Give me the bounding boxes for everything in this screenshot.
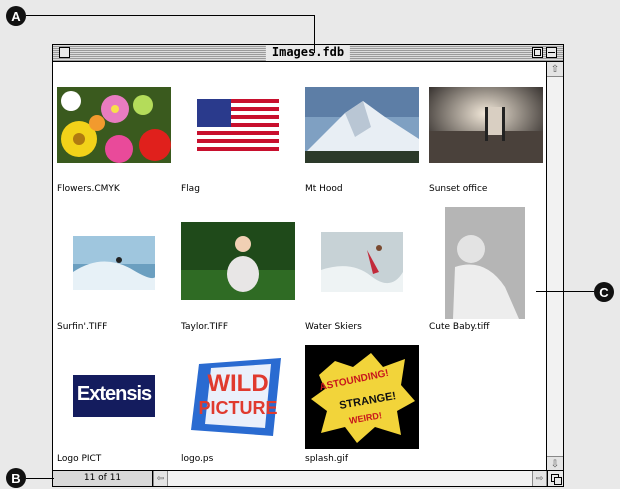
callout-c: C [594, 282, 614, 302]
surfer-photo[interactable] [73, 236, 155, 290]
thumbnail-item[interactable]: Sunset office [429, 87, 545, 199]
callout-a-line-h [26, 15, 315, 16]
window-title: Images.fdb [265, 45, 351, 61]
callout-c-line [536, 291, 594, 292]
thumbnail-grid: Flowers.CMYK Flag Mt Hood Sunset office … [53, 62, 547, 471]
zoom-box-icon[interactable] [532, 47, 543, 58]
thumbnail-item[interactable]: Cute Baby.tiff [429, 207, 545, 337]
mountain-photo[interactable] [305, 87, 419, 163]
thumbnail-label: logo.ps [181, 454, 214, 464]
callout-a-line-v [314, 15, 315, 53]
child-on-grass-photo[interactable] [181, 222, 295, 300]
collapse-box-icon[interactable] [546, 47, 557, 58]
thumbnail-item[interactable]: WILD PICTURE logo.ps [181, 358, 301, 470]
callout-b: B [6, 468, 26, 488]
us-flag-photo[interactable] [197, 99, 279, 151]
thumbnail-item[interactable]: Water Skiers [305, 222, 425, 337]
thumbnail-label: Taylor.TIFF [181, 322, 229, 332]
thumbnail-label: Logo PICT [57, 454, 102, 464]
scroll-down-icon[interactable]: ⇩ [547, 456, 563, 471]
callout-a: A [6, 6, 26, 26]
scroll-right-icon[interactable]: ⇨ [532, 471, 547, 486]
thumbnail-label: Flowers.CMYK [57, 184, 120, 194]
thumbnail-item[interactable]: Surfin'.TIFF [57, 222, 177, 337]
baby-photo[interactable] [445, 207, 525, 319]
horizontal-scrollbar[interactable]: 11 of 11 ⇦ ⇨ [53, 470, 563, 486]
images-window: Images.fdb Flowers.CMYK Flag Mt Hood Sun… [52, 44, 564, 487]
thumbnail-item[interactable]: ASTOUNDING! STRANGE! WEIRD! splash.gif [305, 345, 425, 470]
wild-logo-line2: PICTURE [198, 398, 278, 418]
resize-grow-icon[interactable] [547, 471, 563, 486]
flowers-photo[interactable] [57, 87, 171, 163]
scroll-up-icon[interactable]: ⇧ [547, 62, 563, 77]
wild-logo-line1: WILD [207, 370, 269, 397]
thumbnail-label: splash.gif [305, 454, 349, 464]
thumbnail-label: Surfin'.TIFF [57, 322, 108, 332]
thumbnail-label: Mt Hood [305, 184, 343, 194]
vertical-scrollbar[interactable]: ⇧ ⇩ [546, 62, 563, 471]
water-skier-photo[interactable] [321, 232, 403, 292]
thumbnail-item[interactable]: Flag [181, 87, 301, 199]
thumbnail-label: Sunset office [429, 184, 488, 194]
beach-chair-sunset-photo[interactable] [429, 87, 543, 163]
thumbnail-label: Flag [181, 184, 200, 194]
thumbnail-label: Cute Baby.tiff [429, 322, 490, 332]
title-bar[interactable]: Images.fdb [53, 45, 563, 62]
record-count: 11 of 11 [53, 471, 153, 486]
thumbnail-item[interactable]: Extensis Logo PICT [57, 358, 177, 470]
wild-picture-logo[interactable]: WILD PICTURE [187, 358, 289, 436]
extensis-logo[interactable]: Extensis [73, 375, 155, 417]
astounding-splash-graphic[interactable]: ASTOUNDING! STRANGE! WEIRD! [305, 345, 419, 449]
thumbnail-item[interactable]: Taylor.TIFF [181, 222, 301, 337]
scroll-left-icon[interactable]: ⇦ [153, 471, 168, 486]
thumbnail-label: Water Skiers [305, 322, 362, 332]
callout-b-line [26, 478, 54, 479]
thumbnail-item[interactable]: Flowers.CMYK [57, 87, 177, 199]
close-box-icon[interactable] [59, 47, 70, 58]
thumbnail-item[interactable]: Mt Hood [305, 87, 425, 199]
extensis-logo-text: Extensis [76, 383, 152, 405]
